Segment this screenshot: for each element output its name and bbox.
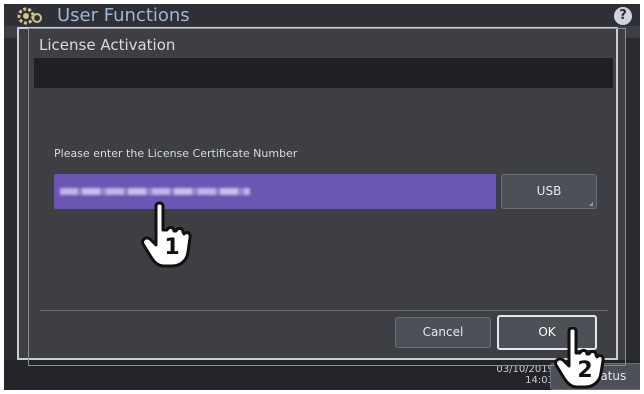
dialog-title: License Activation	[39, 36, 176, 54]
usb-button-label: USB	[536, 184, 562, 198]
gear-icon	[17, 7, 42, 25]
cancel-button[interactable]: Cancel	[395, 317, 491, 348]
right-panel-edge	[626, 38, 640, 364]
page-title: User Functions	[57, 5, 190, 26]
usb-button[interactable]: USB	[501, 174, 597, 209]
license-number-input[interactable]	[54, 174, 496, 209]
time-text: 14:03	[525, 375, 554, 386]
dialog-divider	[40, 310, 608, 311]
hand-pointer-icon: 1	[141, 201, 192, 268]
dialog-header-band	[34, 58, 613, 88]
license-prompt-label: Please enter the License Certificate Num…	[54, 147, 298, 160]
corner-arrow-icon	[589, 202, 593, 206]
date-time: 03/10/2019 14:03	[454, 364, 554, 386]
help-icon[interactable]: ?	[614, 7, 632, 25]
step-1-number: 1	[164, 235, 179, 260]
title-bar: User Functions ?	[4, 4, 640, 26]
license-number-value	[60, 188, 250, 195]
hand-pointer-icon-2: 2	[554, 327, 605, 389]
step-2-number: 2	[577, 358, 592, 383]
left-panel-edge	[4, 38, 18, 364]
